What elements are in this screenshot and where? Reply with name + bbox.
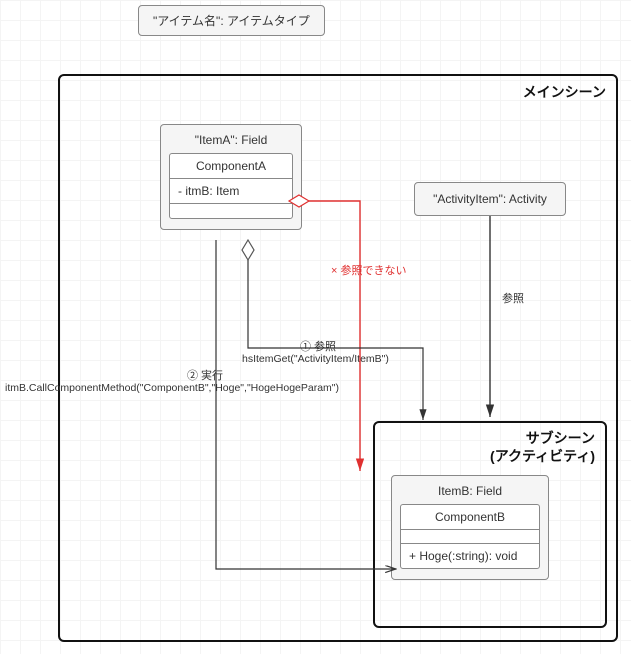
item-b-title: ItemB: Field [392, 482, 548, 504]
item-a-title: "ItemA": Field [161, 131, 301, 153]
legend-box: "アイテム名": アイテムタイプ [138, 5, 325, 36]
component-a-class: ComponentA - itmB: Item [169, 153, 293, 219]
activity-item-title: "ActivityItem": Activity [433, 192, 547, 206]
step2-code: itmB.CallComponentMethod("ComponentB","H… [5, 382, 339, 394]
step1-label: ① 参照 [300, 338, 336, 354]
step2-label: ② 実行 [187, 367, 223, 383]
component-a-attr: - itmB: Item [170, 179, 292, 204]
component-a-methods-empty [170, 204, 292, 218]
item-a-box: "ItemA": Field ComponentA - itmB: Item [160, 124, 302, 230]
step1-code: hsItemGet("ActivityItem/ItemB") [242, 353, 389, 365]
sub-scene-line1: サブシーン [526, 430, 595, 446]
sub-scene-frame: サブシーン (アクティビティ) ItemB: Field ComponentB … [373, 421, 607, 628]
activity-item-box: "ActivityItem": Activity [414, 182, 566, 216]
diagram-canvas: "アイテム名": アイテムタイプ メインシーン "ItemA": Field C… [0, 0, 631, 654]
reference-label: 参照 [502, 290, 524, 306]
item-b-box: ItemB: Field ComponentB + Hoge(:string):… [391, 475, 549, 580]
component-b-method: + Hoge(:string): void [401, 544, 539, 568]
cannot-reference-label: × 参照できない [331, 262, 406, 278]
sub-scene-line2: (アクティビティ) [490, 448, 595, 464]
component-b-name: ComponentB [401, 505, 539, 530]
component-b-attrs-empty [401, 530, 539, 544]
main-scene-label: メインシーン [523, 82, 606, 102]
component-a-name: ComponentA [170, 154, 292, 179]
sub-scene-label: サブシーン (アクティビティ) [490, 429, 595, 465]
legend-text: "アイテム名": アイテムタイプ [153, 14, 310, 28]
component-b-class: ComponentB + Hoge(:string): void [400, 504, 540, 569]
